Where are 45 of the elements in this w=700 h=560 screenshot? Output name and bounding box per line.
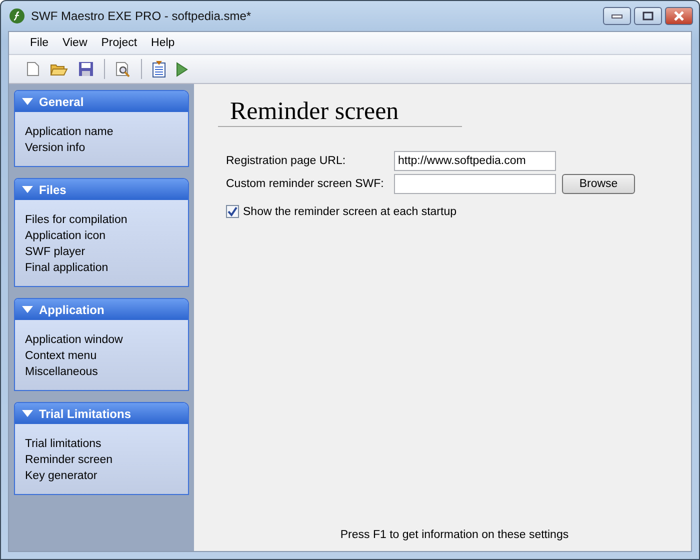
play-icon: [176, 62, 188, 76]
close-icon: [673, 11, 685, 21]
maximize-icon: [642, 11, 654, 21]
sidebar-link[interactable]: Context menu: [25, 348, 178, 364]
checkbox-label: Show the reminder screen at each startup: [243, 206, 457, 218]
caret-down-icon: [22, 186, 33, 194]
sidebar-link[interactable]: Application name: [25, 124, 178, 140]
caret-down-icon: [22, 306, 33, 314]
field-label: Registration page URL:: [226, 155, 347, 167]
group-header[interactable]: General: [15, 91, 188, 112]
file-path-field[interactable]: [394, 174, 556, 194]
caret-down-icon: [22, 410, 33, 418]
close-button[interactable]: [665, 7, 693, 25]
group-header[interactable]: Files: [15, 179, 188, 200]
window-title: SWF Maestro EXE PRO - softpedia.sme*: [31, 9, 252, 23]
group-header[interactable]: Application: [15, 299, 188, 320]
menu-item[interactable]: View: [56, 37, 94, 49]
sidebar-link[interactable]: SWF player: [25, 244, 178, 260]
browse-button[interactable]: Browse: [562, 174, 635, 194]
menu-item[interactable]: File: [23, 37, 56, 49]
menu-item[interactable]: Help: [144, 37, 182, 49]
group-header[interactable]: Trial Limitations: [15, 403, 188, 424]
sidebar-link[interactable]: Application icon: [25, 228, 178, 244]
sidebar-link[interactable]: Version info: [25, 140, 178, 156]
caret-down-icon: [22, 98, 33, 106]
minimize-icon: [611, 13, 623, 19]
checkmark-icon: [227, 206, 238, 217]
input-field[interactable]: http://www.softpedia.com: [394, 151, 556, 171]
page-magnifier-icon: [115, 60, 131, 78]
sidebar-link[interactable]: Reminder screen: [25, 452, 178, 468]
sidebar-link[interactable]: Application window: [25, 332, 178, 348]
app-logo-icon: [9, 8, 25, 24]
field-label: Custom reminder screen SWF:: [226, 178, 385, 190]
minimize-button[interactable]: [603, 7, 631, 25]
checkbox[interactable]: [226, 205, 239, 218]
sidebar-link[interactable]: Trial limitations: [25, 436, 178, 452]
sidebar-link[interactable]: Miscellaneous: [25, 364, 178, 380]
help-hint: Press F1 to get information on these settings: [339, 529, 570, 541]
menu-item[interactable]: Project: [94, 37, 144, 49]
maximize-button[interactable]: [634, 7, 662, 25]
clipboard-icon: [152, 60, 166, 78]
blank-page-icon: [26, 61, 40, 77]
sidebar-link[interactable]: Files for compilation: [25, 212, 178, 228]
sidebar-link[interactable]: Key generator: [25, 468, 178, 484]
sidebar-link[interactable]: Final application: [25, 260, 178, 276]
